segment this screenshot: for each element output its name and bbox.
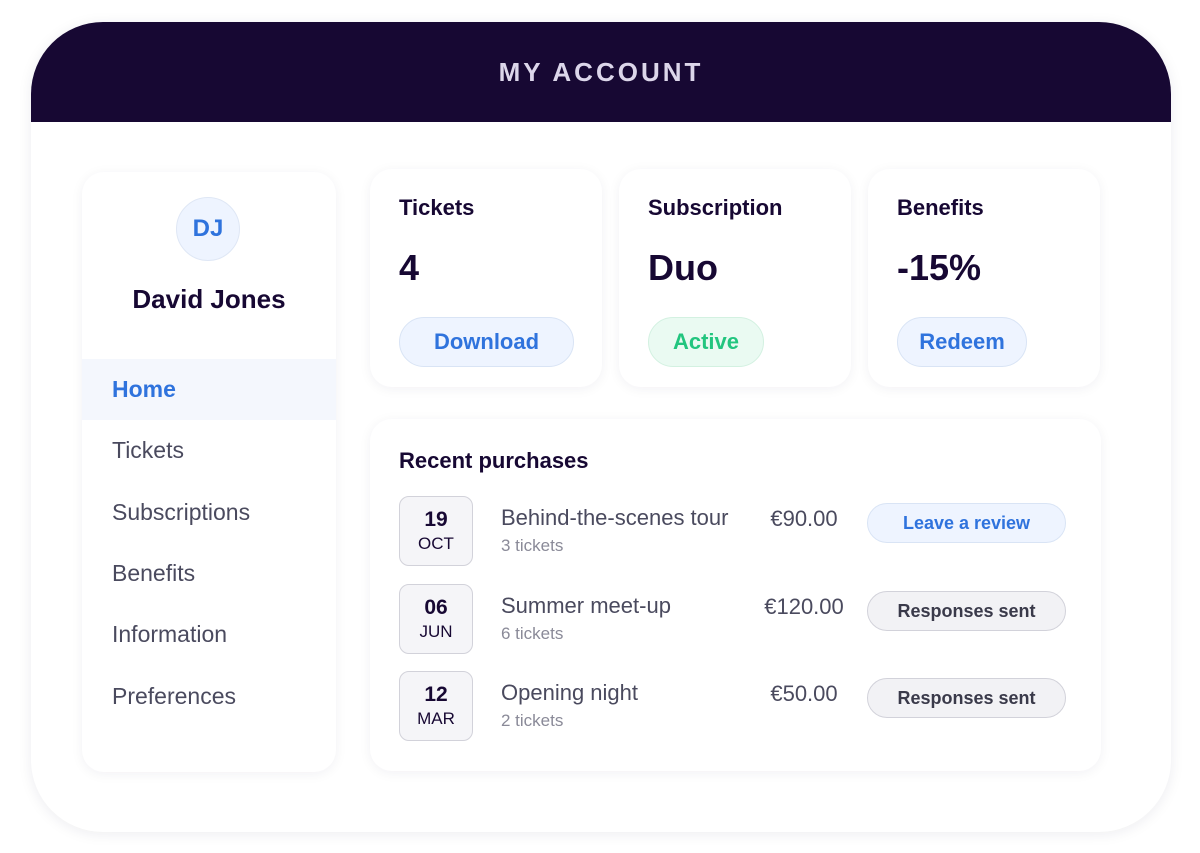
download-button[interactable]: Download <box>399 317 574 367</box>
tickets-card: Tickets 4 Download <box>370 169 602 387</box>
date-badge: 12 MAR <box>399 671 473 741</box>
purchase-title: Behind-the-scenes tour <box>501 505 729 530</box>
subscription-status-badge: Active <box>648 317 764 367</box>
sidebar-item-subscriptions[interactable]: Subscriptions <box>82 482 336 543</box>
leave-review-button[interactable]: Leave a review <box>867 503 1066 543</box>
sidebar: DJ David Jones Home Tickets Subscription… <box>82 172 336 772</box>
purchase-row: 12 MAR Opening night 2 tickets €50.00 Re… <box>370 671 1101 743</box>
sidebar-item-home[interactable]: Home <box>82 359 336 421</box>
benefits-card: Benefits -15% Redeem <box>868 169 1100 387</box>
tickets-label: Tickets <box>399 195 475 220</box>
date-month: OCT <box>418 534 454 553</box>
purchase-price: €90.00 <box>770 506 838 531</box>
account-header: MY ACCOUNT <box>31 22 1171 122</box>
recent-purchases-title: Recent purchases <box>399 448 589 473</box>
benefits-label: Benefits <box>897 195 984 220</box>
date-badge: 06 JUN <box>399 584 473 654</box>
sidebar-nav: Home Tickets Subscriptions Benefits Info… <box>82 359 336 727</box>
responses-sent-button[interactable]: Responses sent <box>867 678 1066 718</box>
page-title: MY ACCOUNT <box>498 56 704 87</box>
sidebar-item-benefits[interactable]: Benefits <box>82 543 336 604</box>
tickets-count: 4 <box>399 247 420 288</box>
purchase-row: 19 OCT Behind-the-scenes tour 3 tickets … <box>370 496 1101 568</box>
sidebar-item-tickets[interactable]: Tickets <box>82 420 336 481</box>
date-day: 12 <box>424 683 448 706</box>
subscription-card: Subscription Duo Active <box>619 169 851 387</box>
user-name: David Jones <box>132 284 286 314</box>
purchase-price: €50.00 <box>770 681 838 706</box>
avatar[interactable]: DJ <box>176 197 240 261</box>
date-month: JUN <box>419 622 453 641</box>
subscription-plan: Duo <box>648 247 718 288</box>
sidebar-item-preferences[interactable]: Preferences <box>82 665 336 726</box>
date-badge: 19 OCT <box>399 496 473 566</box>
sidebar-item-information[interactable]: Information <box>82 604 336 665</box>
purchase-price: €120.00 <box>764 594 844 619</box>
purchase-ticket-count: 2 tickets <box>501 711 564 730</box>
date-day: 19 <box>424 508 448 531</box>
purchase-row: 06 JUN Summer meet-up 6 tickets €120.00 … <box>370 584 1101 656</box>
purchase-ticket-count: 3 tickets <box>501 536 564 555</box>
purchase-title: Opening night <box>501 680 638 705</box>
account-window: MY ACCOUNT DJ David Jones Home Tickets S… <box>31 22 1171 832</box>
responses-sent-button[interactable]: Responses sent <box>867 591 1066 631</box>
purchase-title: Summer meet-up <box>501 593 671 618</box>
purchase-ticket-count: 6 tickets <box>501 624 564 643</box>
benefits-discount: -15% <box>897 247 982 288</box>
recent-purchases-panel: Recent purchases 19 OCT Behind-the-scene… <box>370 419 1101 771</box>
date-day: 06 <box>424 596 448 619</box>
subscription-label: Subscription <box>648 195 783 220</box>
date-month: MAR <box>417 709 455 728</box>
redeem-button[interactable]: Redeem <box>897 317 1027 367</box>
